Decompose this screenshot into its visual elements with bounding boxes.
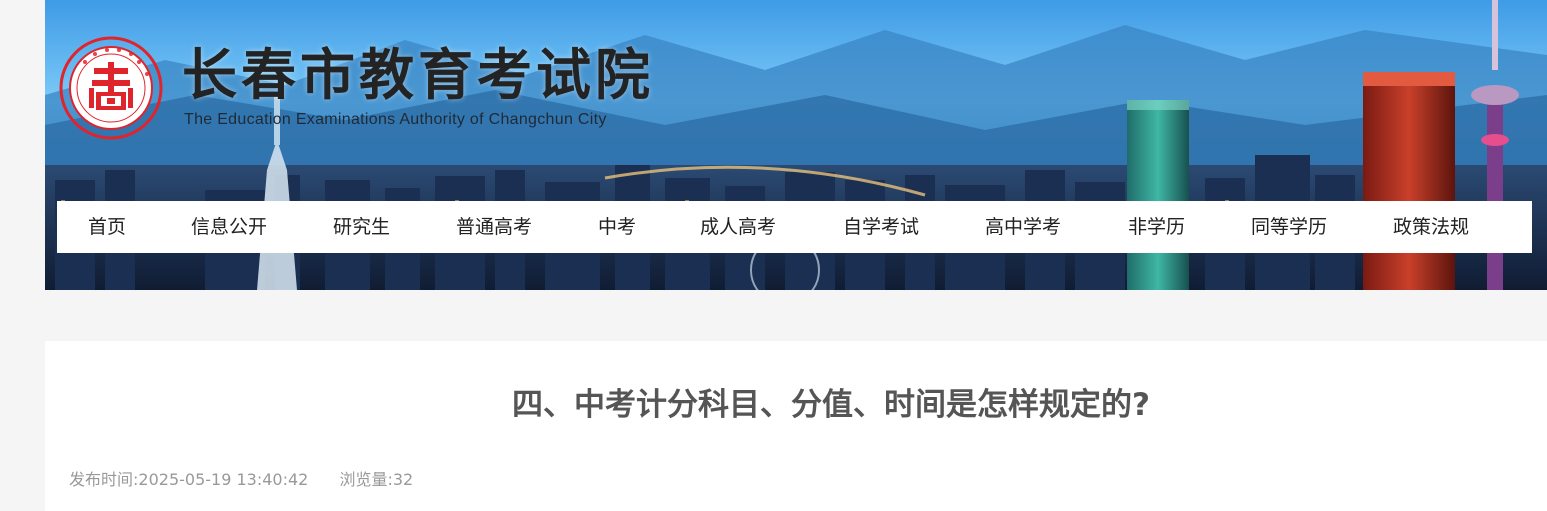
page: 长春市教育考试院 The Education Examinations Auth… xyxy=(0,0,1547,511)
article-container: 四、中考计分科目、分值、时间是怎样规定的? 发布时间:2025-05-19 13… xyxy=(45,341,1547,511)
header-banner: 长春市教育考试院 The Education Examinations Auth… xyxy=(45,0,1547,290)
nav-item-graduate[interactable]: 研究生 xyxy=(333,201,390,253)
nav-item-gaokao[interactable]: 普通高考 xyxy=(456,201,532,253)
nav-item-self-study-exam[interactable]: 自学考试 xyxy=(843,201,919,253)
main-nav: 首页 信息公开 研究生 普通高考 中考 成人高考 自学考试 高中学考 非学历 同… xyxy=(57,201,1532,253)
nav-item-home[interactable]: 首页 xyxy=(88,201,126,253)
nav-item-info-public[interactable]: 信息公开 xyxy=(191,201,267,253)
article-title: 四、中考计分科目、分值、时间是怎样规定的? xyxy=(512,387,1150,423)
views-label: 浏览量: xyxy=(339,470,393,489)
nav-item-policy[interactable]: 政策法规 xyxy=(1393,201,1469,253)
views-count: 32 xyxy=(392,470,414,489)
nav-item-adult-exam[interactable]: 成人高考 xyxy=(700,201,776,253)
article-meta: 发布时间:2025-05-19 13:40:42 浏览量:32 xyxy=(69,469,413,491)
site-title: 长春市教育考试院 xyxy=(182,43,655,107)
publish-time-label: 发布时间: xyxy=(69,470,139,489)
nav-item-equivalent-degree[interactable]: 同等学历 xyxy=(1251,201,1327,253)
nav-item-non-degree[interactable]: 非学历 xyxy=(1128,201,1185,253)
nav-item-high-school-exam[interactable]: 高中学考 xyxy=(985,201,1061,253)
nav-item-zhongkao[interactable]: 中考 xyxy=(598,201,636,253)
site-subtitle: The Education Examinations Authority of … xyxy=(184,111,607,128)
logo-icon xyxy=(59,36,163,140)
publish-time: 2025-05-19 13:40:42 xyxy=(138,470,309,489)
